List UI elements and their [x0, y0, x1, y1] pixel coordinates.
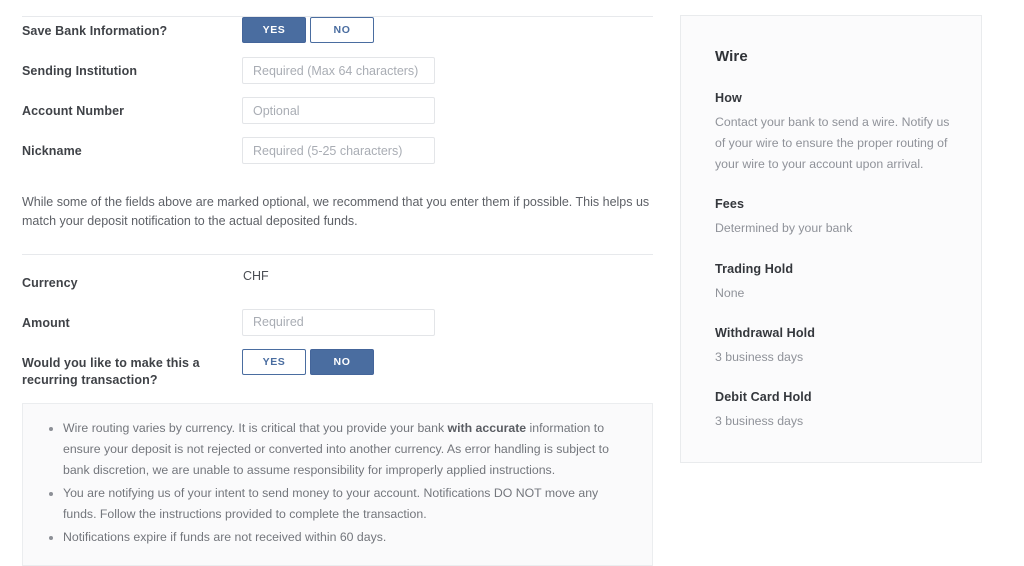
toggle-option-yes[interactable]: YES: [242, 348, 306, 375]
toggle-group-save-bank-information: YES NO: [242, 17, 374, 43]
bank-information-fields: Save Bank Information? YES NO Sending Insti…: [0, 17, 675, 177]
wire-info-column: Wire How Contact your bank to send a wire…: [680, 15, 982, 463]
field-label: Nickname: [22, 144, 82, 158]
info-block-debit-card-hold: Debit Card Hold 3 business days: [715, 390, 951, 432]
amount-input[interactable]: [242, 308, 435, 336]
page-root: Save Bank Information? YES NO Sending Insti…: [0, 0, 1024, 566]
info-term: Trading Hold: [715, 261, 794, 276]
field-control: YES NO: [242, 17, 653, 43]
toggle-option-yes[interactable]: YES: [242, 17, 306, 43]
info-description: Contact your bank to send a wire. Notify…: [715, 115, 950, 172]
deposit-form-column: Save Bank Information? YES NO Sending Insti…: [0, 0, 675, 566]
info-block-how: How Contact your bank to send a wire. Not…: [715, 91, 951, 175]
wire-disclaimer-list: Wire routing varies by currency. It is c…: [37, 418, 634, 549]
field-control: [242, 57, 653, 84]
info-description: 3 business days: [715, 349, 804, 364]
wire-info-card: Wire How Contact your bank to send a wire…: [680, 15, 982, 463]
account-number-input[interactable]: [242, 97, 435, 124]
amount-fields: Currency CHF Amount Would you like to make …: [0, 269, 675, 389]
info-block-withdrawal-hold: Withdrawal Hold 3 business days: [715, 326, 951, 368]
info-term: Withdrawal Hold: [715, 325, 816, 340]
info-block-trading-hold: Trading Hold None: [715, 262, 951, 304]
form-row-sending-institution: Sending Institution: [22, 57, 653, 97]
disclaimer-emphasis: with accurate: [447, 420, 527, 435]
sending-institution-input[interactable]: [242, 57, 435, 84]
info-description: Determined by your bank: [715, 221, 853, 236]
field-control: [242, 97, 653, 124]
toggle-option-no[interactable]: NO: [310, 17, 374, 43]
field-label: Save Bank Information?: [22, 24, 168, 38]
field-label: Account Number: [22, 104, 125, 118]
form-row-account-number: Account Number: [22, 97, 653, 137]
field-control: CHF: [242, 269, 653, 283]
field-label: Sending Institution: [22, 64, 138, 78]
form-row-currency: Currency CHF: [22, 269, 653, 309]
disclaimer-item: You are notifying us of your intent to s…: [63, 483, 634, 525]
form-row-would-you-like-to-make-this-a-recurring-tran: Would you like to make this a recurring …: [22, 348, 653, 389]
nickname-input[interactable]: [242, 137, 435, 164]
disclaimer-text: Wire routing varies by currency. It is c…: [63, 420, 448, 435]
wire-disclaimer-panel: Wire routing varies by currency. It is c…: [22, 402, 653, 566]
optional-fields-note: While some of the fields above are marke…: [22, 195, 650, 229]
info-term: Debit Card Hold: [715, 389, 812, 404]
wire-info-blocks: How Contact your bank to send a wire. Not…: [715, 91, 951, 432]
disclaimer-text: You are notifying us of your intent to s…: [63, 486, 599, 522]
wire-info-title: Wire: [715, 48, 748, 65]
form-row-save-bank-information: Save Bank Information? YES NO: [22, 17, 653, 57]
form-row-nickname: Nickname: [22, 137, 653, 177]
toggle-group-would-you-like-to-make-this-a-recurring-tran: YES NO: [242, 348, 374, 375]
form-row-amount: Amount: [22, 308, 653, 349]
disclaimer-item: Notifications expire if funds are not re…: [63, 527, 634, 548]
info-term: How: [715, 91, 742, 105]
field-control: YES NO: [242, 348, 653, 375]
currency-value: CHF: [243, 268, 269, 283]
field-control: [242, 308, 653, 336]
field-control: [242, 137, 653, 164]
info-term: Fees: [715, 197, 745, 212]
field-label: Amount: [22, 315, 70, 330]
field-label: Currency: [22, 275, 78, 290]
disclaimer-text: Notifications expire if funds are not re…: [63, 530, 387, 545]
field-label: Would you like to make this a recurring …: [22, 355, 200, 387]
disclaimer-item: Wire routing varies by currency. It is c…: [63, 418, 634, 481]
info-block-fees: Fees Determined by your bank: [715, 197, 951, 239]
info-description: 3 business days: [715, 413, 804, 428]
info-description: None: [715, 285, 745, 300]
toggle-option-no[interactable]: NO: [310, 348, 374, 375]
